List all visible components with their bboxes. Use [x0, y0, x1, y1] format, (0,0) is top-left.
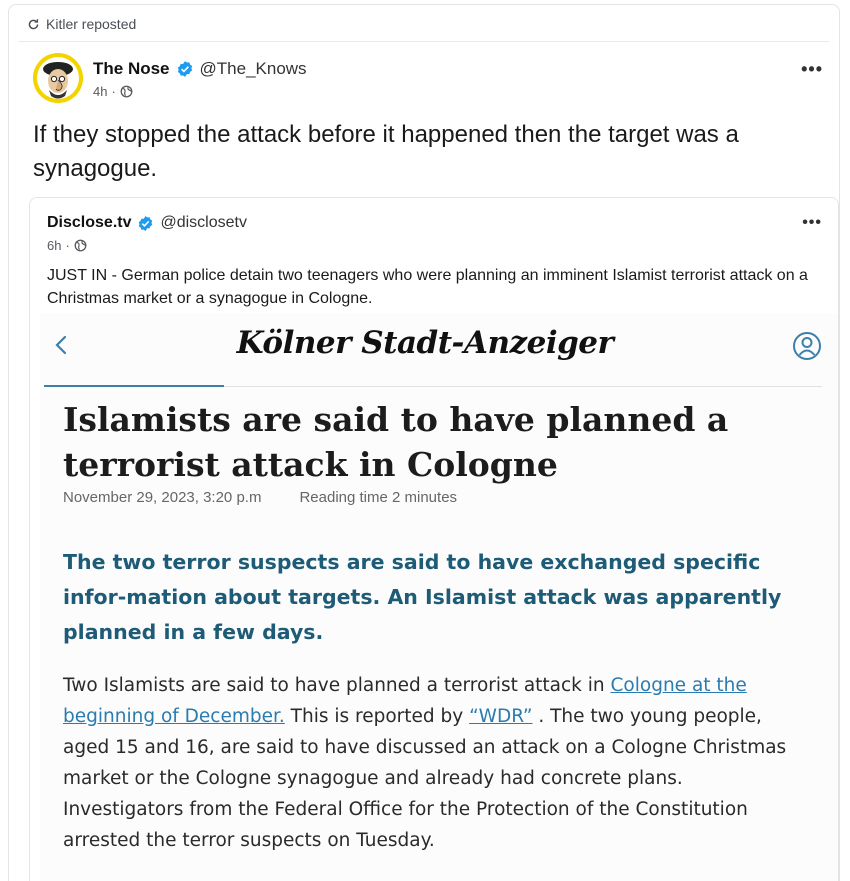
- verified-icon: [177, 61, 192, 77]
- globe-icon: [74, 239, 87, 252]
- author-handle[interactable]: @The_Knows: [200, 59, 307, 79]
- user-account-icon: [793, 332, 821, 360]
- verified-icon: [139, 215, 153, 231]
- post-meta: 4h ·: [93, 84, 133, 99]
- article-meta: November 29, 2023, 3:20 p.m Reading time…: [63, 489, 457, 506]
- reading-time: Reading time 2 minutes: [299, 489, 458, 506]
- article-link-wdr[interactable]: “WDR”: [469, 706, 532, 727]
- article-date: November 29, 2023, 3:20 p.m: [63, 489, 262, 506]
- quote-time: 6h: [47, 238, 62, 253]
- author-name[interactable]: The Nose: [93, 59, 170, 79]
- article-headline: Islamists are said to have planned a ter…: [63, 400, 729, 484]
- avatar[interactable]: [33, 53, 83, 103]
- quote-author-handle[interactable]: @disclosetv: [160, 214, 247, 232]
- quote-meta: 6h ·: [47, 238, 87, 253]
- quote-author-row: Disclose.tv @disclosetv: [47, 214, 247, 232]
- quote-author-name[interactable]: Disclose.tv: [47, 214, 131, 232]
- quoted-post[interactable]: Disclose.tv @disclosetv 6h · ••• JUST IN…: [29, 197, 839, 881]
- article-lead: The two terror suspects are said to have…: [63, 550, 782, 644]
- more-options-icon[interactable]: •••: [801, 59, 823, 80]
- back-chevron-icon: [55, 335, 67, 355]
- repost-indicator[interactable]: Kitler reposted: [27, 16, 136, 32]
- repost-label: Kitler reposted: [46, 16, 137, 32]
- globe-icon: [120, 85, 133, 98]
- divider: [18, 41, 829, 42]
- cartoon-face-icon: [33, 53, 83, 103]
- post-text: If they stopped the attack before it hap…: [33, 121, 739, 182]
- active-tab-indicator: [44, 385, 224, 387]
- post-card: Kitler reposted The Nose @The_Knows 4h ·…: [8, 4, 840, 881]
- article-screenshot[interactable]: Kölner Stadt-Anzeiger Islamists are said…: [40, 313, 838, 881]
- quote-more-options-icon[interactable]: •••: [802, 214, 822, 232]
- post-author-row: The Nose @The_Knows: [93, 59, 307, 79]
- newspaper-masthead: Kölner Stadt-Anzeiger: [236, 325, 614, 361]
- post-time: 4h: [93, 84, 108, 99]
- repost-icon: [28, 18, 39, 29]
- quote-text: JUST IN - German police detain two teena…: [47, 267, 808, 307]
- article-body: Two Islamists are said to have planned a…: [63, 675, 787, 851]
- divider: [224, 386, 822, 387]
